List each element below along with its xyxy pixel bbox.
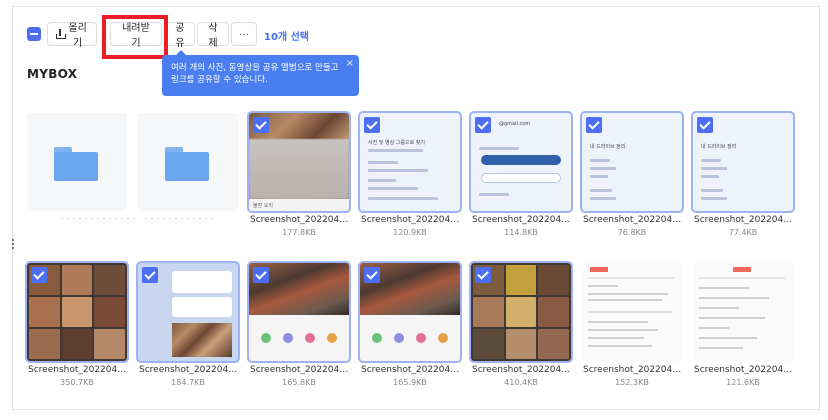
file-size: 165.9KB xyxy=(393,378,427,387)
image-thumbnail[interactable]: 불판 요리 xyxy=(247,111,351,213)
folder-icon xyxy=(54,147,98,181)
upload-label: 올리기 xyxy=(68,23,87,49)
thumb-caption: 사진 및 영상 그룹으로 찾기 xyxy=(368,140,425,146)
page-title: MYBOX xyxy=(27,67,78,81)
item-checkbox[interactable] xyxy=(253,117,269,133)
image-thumbnail[interactable] xyxy=(25,261,129,363)
file-name: Screenshot_20220422-... xyxy=(583,215,682,225)
file-size: 410.4KB xyxy=(504,378,538,387)
grid-item-14[interactable]: Screenshot_20220421-... 121.6KB xyxy=(693,263,793,387)
share-album-tooltip: 여러 개의 사진, 동영상을 공유 앨범으로 만들고 링크를 공유할 수 있습니… xyxy=(162,50,359,96)
grid-item-3[interactable]: 불판 요리 Screenshot_20220422-... 177.8KB xyxy=(247,111,351,237)
download-highlight-box xyxy=(102,15,168,59)
file-name: Screenshot_20220422-... xyxy=(139,365,238,375)
image-thumbnail[interactable] xyxy=(247,261,351,363)
grid-item-7[interactable]: 내 드라이브 정리 Screenshot_20220422-... 77.4KB xyxy=(691,111,795,237)
toolbar: 올리기 내려받기 공유 삭제 ··· 10개 선택 xyxy=(13,7,819,59)
file-size: 114.8KB xyxy=(504,228,538,237)
thumb-caption: 불판 요리 xyxy=(249,199,349,211)
file-name: Screenshot_20220422-... xyxy=(472,215,571,225)
file-size: 184.7KB xyxy=(171,378,205,387)
grid-item-9[interactable]: Screenshot_20220422-... 184.7KB xyxy=(136,261,240,387)
item-checkbox[interactable] xyxy=(475,117,491,133)
file-name: Screenshot_20220422-... xyxy=(250,365,349,375)
file-size: 76.8KB xyxy=(617,228,647,237)
file-name: Screenshot_20220421-... xyxy=(694,365,793,375)
image-thumbnail[interactable] xyxy=(693,263,793,361)
item-checkbox[interactable] xyxy=(142,267,158,283)
file-name: Screenshot_20220422-... xyxy=(361,365,460,375)
more-options-button[interactable]: ··· xyxy=(231,22,257,46)
file-size: 350.7KB xyxy=(60,378,94,387)
file-name: Screenshot_20220422-... xyxy=(28,365,127,375)
file-size: 120.9KB xyxy=(393,228,427,237)
item-checkbox[interactable] xyxy=(253,267,269,283)
delete-button[interactable]: 삭제 xyxy=(197,22,229,49)
image-thumbnail[interactable] xyxy=(469,261,573,363)
grid-item-6[interactable]: 내 드라이브 정리 Screenshot_20220422-... 76.8KB xyxy=(580,111,684,237)
image-thumbnail[interactable] xyxy=(582,263,682,361)
side-handle-icon[interactable] xyxy=(12,239,15,251)
folder-thumbnail[interactable] xyxy=(27,113,127,211)
folder-thumbnail[interactable] xyxy=(138,113,238,211)
image-thumbnail[interactable]: 사진 및 영상 그룹으로 찾기 xyxy=(358,111,462,213)
grid-item-10[interactable]: Screenshot_20220422-... 165.8KB xyxy=(247,261,351,387)
file-name: Screenshot_20220422-... xyxy=(472,365,571,375)
image-thumbnail[interactable]: @gmail.com xyxy=(469,111,573,213)
item-checkbox[interactable] xyxy=(364,117,380,133)
item-checkbox[interactable] xyxy=(697,117,713,133)
share-button[interactable]: 공유 xyxy=(165,22,195,49)
image-thumbnail[interactable] xyxy=(136,261,240,363)
tooltip-line-2: 링크를 공유할 수 있습니다. xyxy=(171,75,268,85)
image-thumbnail[interactable]: 내 드라이브 정리 xyxy=(691,111,795,213)
grid-item-12[interactable]: Screenshot_20220422-... 410.4KB xyxy=(469,261,573,387)
thumb-caption: 내 드라이브 정리 xyxy=(701,144,737,150)
selection-count: 10개 선택 xyxy=(264,32,309,43)
mybox-window: 올리기 내려받기 공유 삭제 ··· 10개 선택 여러 개의 사진, 동영상을… xyxy=(12,6,820,410)
item-checkbox[interactable] xyxy=(31,267,47,283)
file-name: Screenshot_20220422-... xyxy=(694,215,793,225)
image-thumbnail[interactable] xyxy=(358,261,462,363)
grid-item-folder-2[interactable] xyxy=(138,113,238,211)
file-name: Screenshot_20220422-... xyxy=(250,215,349,225)
file-name: Screenshot_20220422-... xyxy=(361,215,460,225)
upload-button[interactable]: 올리기 xyxy=(47,22,97,49)
select-all-checkbox[interactable] xyxy=(27,27,41,41)
grid-item-8[interactable]: Screenshot_20220422-... 350.7KB xyxy=(25,261,129,387)
file-name: Screenshot_20220421-... xyxy=(583,365,682,375)
grid-item-folder-1[interactable] xyxy=(27,113,127,211)
tooltip-line-1: 여러 개의 사진, 동영상을 공유 앨범으로 만들고 xyxy=(171,63,339,73)
grid-item-5[interactable]: @gmail.com Screenshot_20220422-... 114.8… xyxy=(469,111,573,237)
file-size: 121.6KB xyxy=(726,378,760,387)
tooltip-close-icon[interactable]: × xyxy=(346,58,354,70)
grid-item-11[interactable]: Screenshot_20220422-... 165.9KB xyxy=(358,261,462,387)
grid-item-13[interactable]: Screenshot_20220421-... 152.3KB xyxy=(582,263,682,387)
item-checkbox[interactable] xyxy=(475,267,491,283)
item-checkbox[interactable] xyxy=(364,267,380,283)
grid-item-4[interactable]: 사진 및 영상 그룹으로 찾기 Screenshot_20220422-... … xyxy=(358,111,462,237)
folder-dots xyxy=(143,217,213,220)
item-checkbox[interactable] xyxy=(586,117,602,133)
folder-dots xyxy=(59,217,139,220)
thumb-caption: @gmail.com xyxy=(499,121,531,127)
thumb-caption: 내 드라이브 정리 xyxy=(590,144,626,150)
file-size: 177.8KB xyxy=(282,228,316,237)
upload-icon xyxy=(55,29,67,39)
file-size: 165.8KB xyxy=(282,378,316,387)
image-thumbnail[interactable]: 내 드라이브 정리 xyxy=(580,111,684,213)
folder-icon xyxy=(165,147,209,181)
file-size: 152.3KB xyxy=(615,378,649,387)
file-size: 77.4KB xyxy=(728,228,758,237)
